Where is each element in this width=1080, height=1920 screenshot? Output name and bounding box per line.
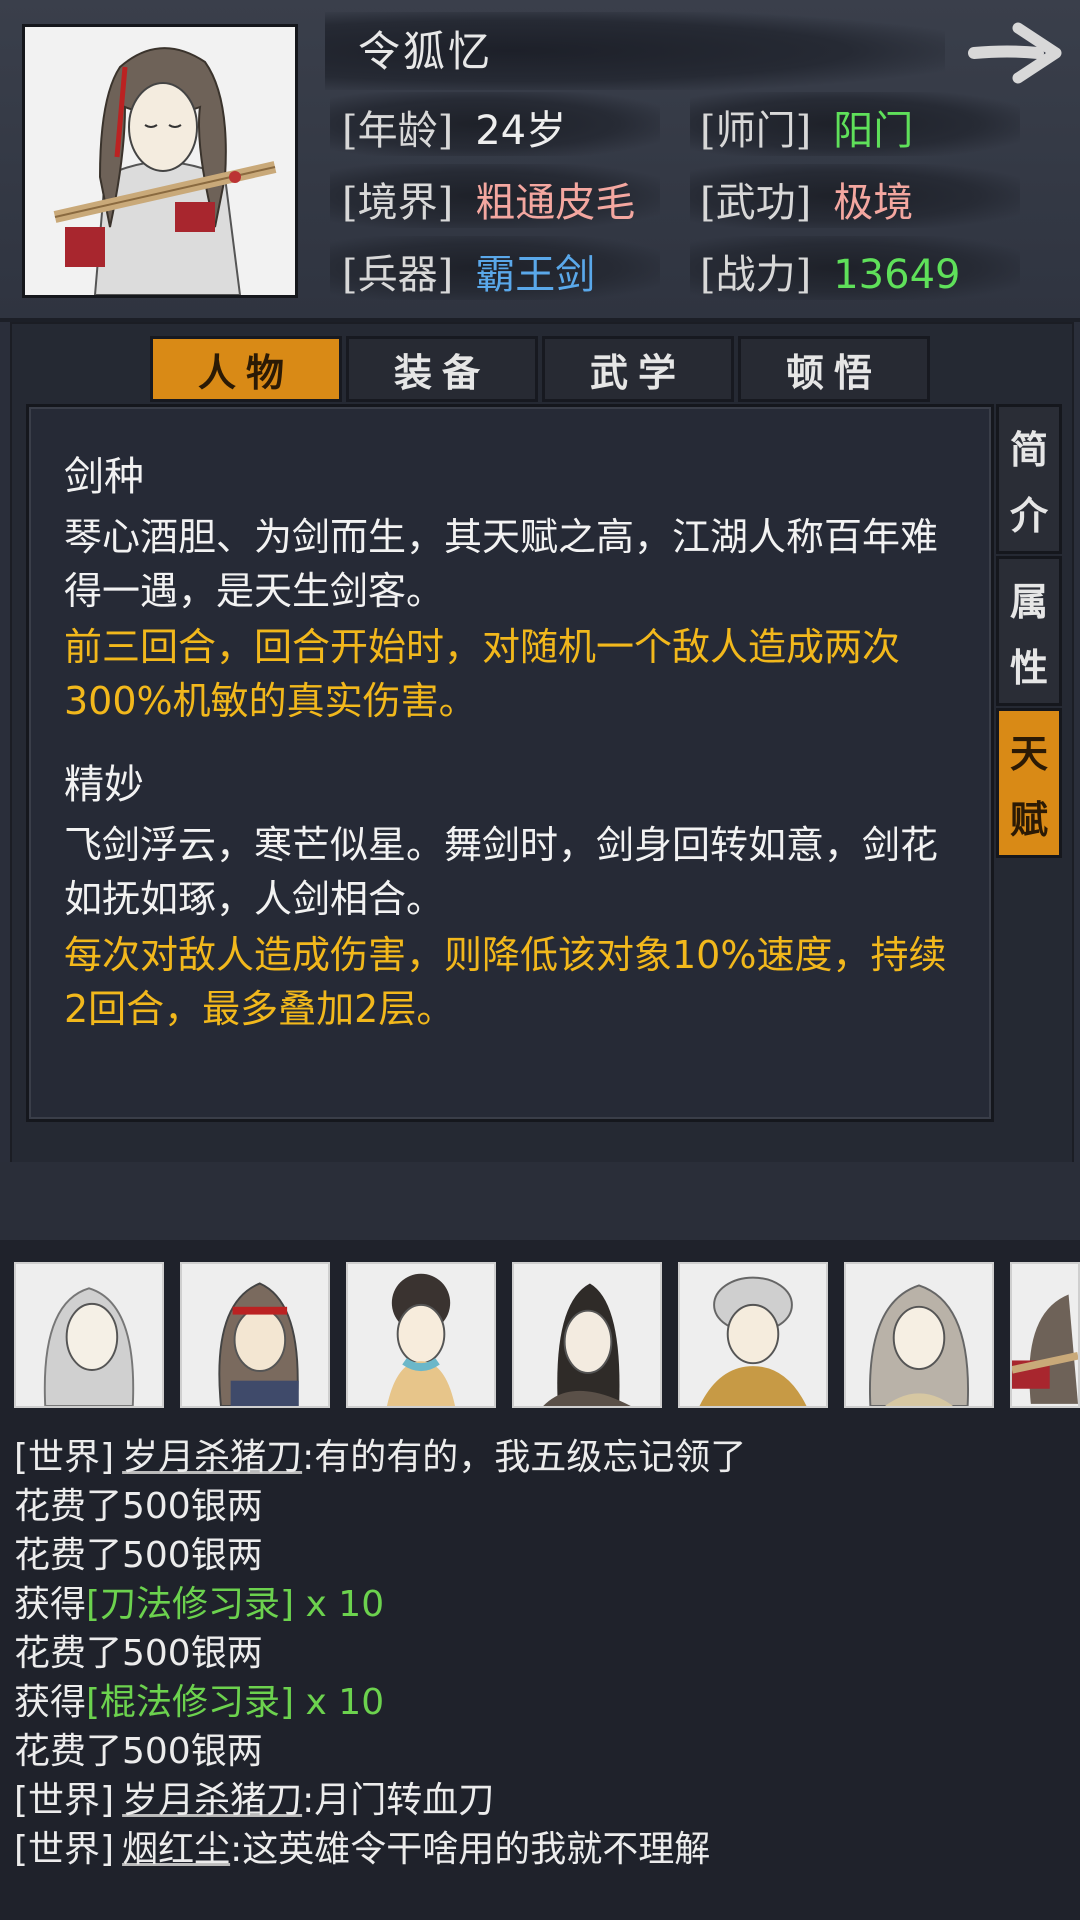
stat-value: 24岁 (475, 108, 567, 154)
side-tab-char: 赋 (1009, 796, 1048, 842)
side-tab-char: 性 (1009, 644, 1048, 690)
stat-label: [境界] (342, 180, 454, 226)
hero-portrait[interactable] (180, 1262, 330, 1408)
stat-value: 霸王剑 (475, 252, 596, 298)
stat-label: [师门] (700, 108, 812, 154)
chat-message: 获得[棍法修习录] x 10 (14, 1673, 384, 1725)
stat-label: [武功] (700, 180, 812, 226)
stat-power: [战力] 13649 (700, 242, 960, 300)
talent-name: 剑种 (64, 454, 144, 500)
chat-item-count: x 10 (294, 1584, 385, 1625)
stat-value: 粗通皮毛 (475, 180, 636, 226)
chat-message: 获得[刀法修习录] x 10 (14, 1575, 384, 1627)
chat-message: [世界] 岁月杀猪刀:月门转血刀 (14, 1771, 494, 1823)
hero-portrait[interactable] (14, 1262, 164, 1408)
hero-portrait-row[interactable] (14, 1262, 1080, 1408)
chat-text: :月门转血刀 (302, 1780, 495, 1821)
talent-description: 飞剑浮云，寒芒似星。舞剑时，剑身回转如意，剑花如抚如琢，人剑相合。 (64, 823, 939, 921)
stat-label: [年龄] (342, 108, 454, 154)
talent-description: 琴心酒胆、为剑而生，其天赋之高，江湖人称百年难得一遇，是天生剑客。 (64, 515, 939, 613)
side-tab-char: 属 (1009, 578, 1048, 624)
chat-message: 花费了500银两 (14, 1526, 263, 1578)
stat-weapon: [兵器] 霸王剑 (342, 242, 595, 300)
stat-label: [战力] (700, 252, 812, 298)
chat-item-count: x 10 (294, 1682, 385, 1723)
tab-character[interactable]: 人物 (150, 336, 342, 402)
chat-username[interactable]: 烟红尘 (122, 1829, 230, 1870)
stat-value: 极境 (833, 180, 914, 226)
talent-name: 精妙 (64, 762, 144, 808)
separator-band (0, 1162, 1080, 1240)
chat-text: 花费了500银两 (14, 1486, 263, 1527)
side-tab-attributes[interactable]: 属 性 (996, 556, 1062, 706)
stat-sect: [师门] 阳门 (700, 98, 913, 156)
hero-portrait[interactable] (512, 1262, 662, 1408)
talent-effect: 前三回合，回合开始时，对随机一个敌人造成两次300%机敏的真实伤害。 (64, 625, 901, 723)
stat-realm: [境界] 粗通皮毛 (342, 170, 635, 228)
stat-label: [兵器] (342, 252, 454, 298)
side-tab-talent[interactable]: 天 赋 (996, 708, 1062, 858)
side-tab-char: 简 (1009, 426, 1048, 472)
tab-martial-arts[interactable]: 武学 (542, 336, 734, 402)
chat-username[interactable]: 岁月杀猪刀 (122, 1780, 302, 1821)
tab-enlightenment[interactable]: 顿悟 (738, 336, 930, 402)
tab-equipment[interactable]: 装备 (346, 336, 538, 402)
chat-username[interactable]: 岁月杀猪刀 (122, 1437, 302, 1478)
character-portrait[interactable] (22, 24, 298, 298)
chat-message: [世界] 烟红尘:这英雄令干啥用的我就不理解 (14, 1820, 710, 1872)
chat-item-link[interactable]: [刀法修习录] (86, 1584, 294, 1625)
stat-value: 阳门 (833, 108, 914, 154)
character-header: 令狐忆 [年龄] 24岁 [师门] 阳门 [境界] 粗通皮毛 [武功] 极境 [兵器] 霸… (0, 0, 1080, 322)
chat-text: 花费了500银两 (14, 1535, 263, 1576)
stat-martial: [武功] 极境 (700, 170, 913, 228)
chat-text: 花费了500银两 (14, 1731, 263, 1772)
chat-text: 花费了500银两 (14, 1633, 263, 1674)
hero-portrait[interactable] (678, 1262, 828, 1408)
talent-entry: 剑种 琴心酒胆、为剑而生，其天赋之高，江湖人称百年难得一遇，是天生剑客。 前三回… (64, 444, 964, 728)
chat-text: 获得 (14, 1584, 87, 1625)
character-name: 令狐忆 (358, 27, 494, 76)
stat-age: [年龄] 24岁 (342, 98, 566, 156)
portrait-image (25, 27, 295, 295)
chat-message: [世界] 岁月杀猪刀:有的有的，我五级忘记领了 (14, 1428, 746, 1480)
talent-effect: 每次对敌人造成伤害，则降低该对象10%速度，持续2回合，最多叠加2层。 (64, 933, 947, 1031)
chat-message: 花费了500银两 (14, 1624, 263, 1676)
chat-message: 花费了500银两 (14, 1722, 263, 1774)
stat-value: 13649 (833, 252, 961, 298)
chat-channel: [世界] (14, 1437, 115, 1478)
chat-item-link[interactable]: [棍法修习录] (86, 1682, 294, 1723)
hero-portrait[interactable] (1010, 1262, 1080, 1408)
chat-text: :这英雄令干啥用的我就不理解 (230, 1829, 711, 1870)
chat-text: :有的有的，我五级忘记领了 (302, 1437, 747, 1478)
hero-portrait[interactable] (346, 1262, 496, 1408)
talent-entry: 精妙 飞剑浮云，寒芒似星。舞剑时，剑身回转如意，剑花如抚如琢，人剑相合。 每次对… (64, 752, 964, 1036)
chat-channel: [世界] (14, 1780, 115, 1821)
hero-portrait[interactable] (844, 1262, 994, 1408)
chat-message: 花费了500银两 (14, 1477, 263, 1529)
chat-text: 获得 (14, 1682, 87, 1723)
side-tab-intro[interactable]: 简 介 (996, 404, 1062, 554)
next-character-arrow-icon[interactable] (968, 20, 1064, 86)
chat-channel: [世界] (14, 1829, 115, 1870)
side-tab-char: 介 (1009, 492, 1048, 538)
side-tab-char: 天 (1009, 730, 1048, 776)
